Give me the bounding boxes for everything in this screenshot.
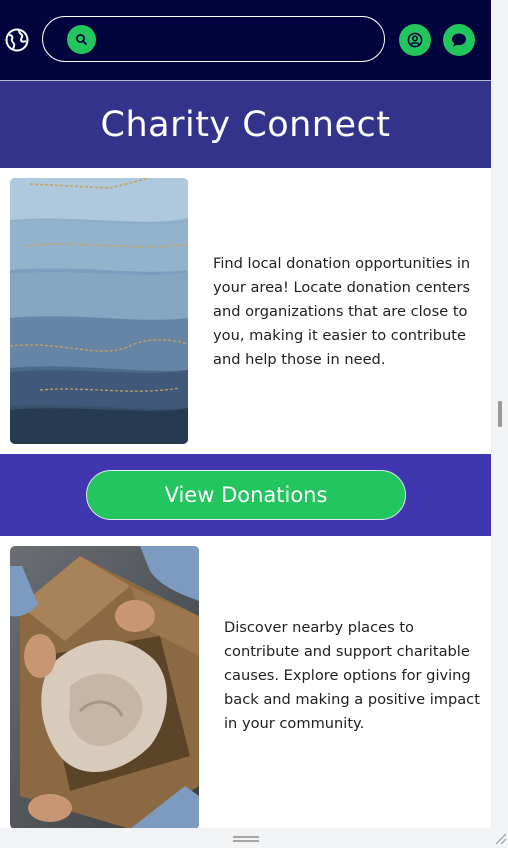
globe-icon[interactable]: [4, 27, 30, 53]
search-button[interactable]: [67, 25, 96, 54]
scrollbar-handle[interactable]: [498, 401, 502, 427]
search-icon: [76, 34, 87, 45]
info-card-nearby-places: Discover nearby places to contribute and…: [0, 536, 491, 828]
chat-bubble-icon: [452, 33, 466, 47]
user-circle-icon: [407, 32, 423, 48]
view-donations-button[interactable]: View Donations: [86, 470, 406, 520]
account-button[interactable]: [399, 24, 431, 56]
drag-grip-icon[interactable]: [233, 836, 259, 842]
search-input[interactable]: [107, 23, 371, 57]
resize-corner-icon[interactable]: [494, 832, 507, 845]
donation-box-image: [10, 546, 199, 828]
top-nav-bar: [0, 0, 491, 81]
search-bar: [42, 16, 385, 62]
jeans-stack-image: [10, 178, 188, 444]
info-card-local-donations: Find local donation opportunities in you…: [0, 168, 491, 454]
page-viewport: Charity Connect Find local donation oppo…: [0, 0, 491, 828]
nearby-places-description: Discover nearby places to contribute and…: [224, 619, 480, 732]
local-donations-description: Find local donation opportunities in you…: [213, 255, 471, 368]
page-title: Charity Connect: [100, 104, 391, 145]
title-banner: Charity Connect: [0, 81, 491, 168]
chat-button[interactable]: [443, 24, 475, 56]
action-bar: View Donations: [0, 454, 491, 536]
